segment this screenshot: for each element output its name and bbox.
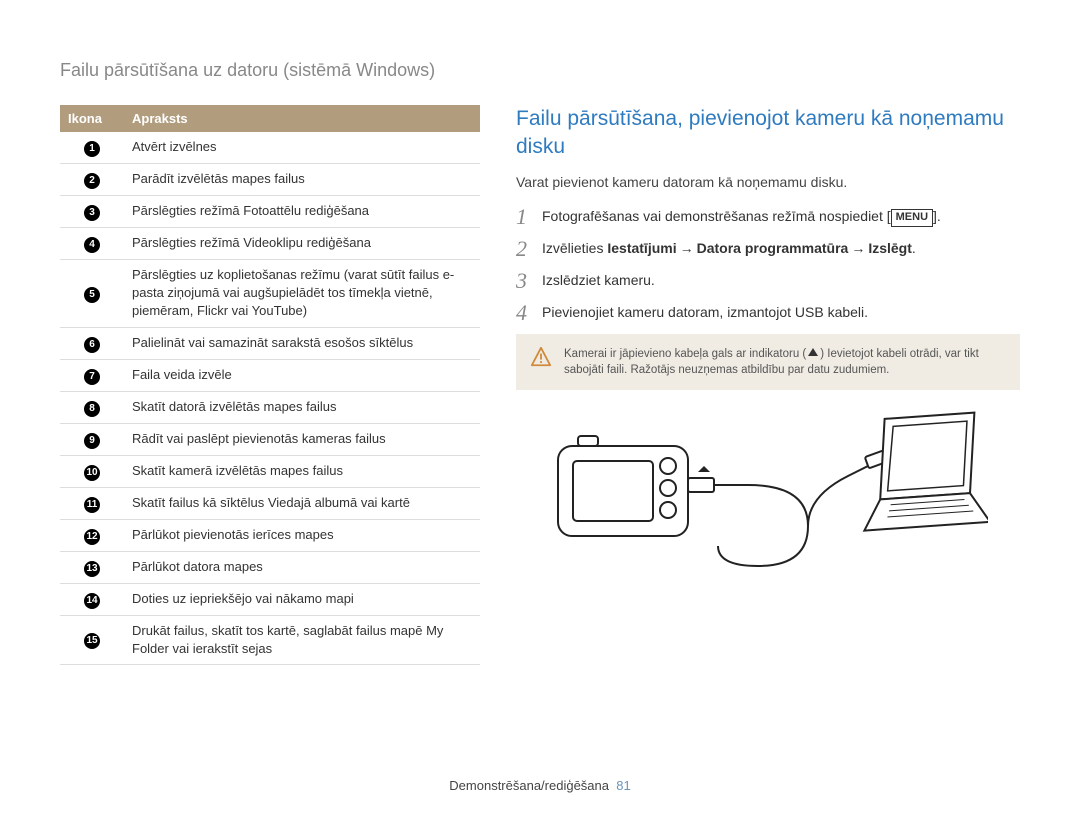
step-1: 1 Fotografēšanas vai demonstrēšanas režī… bbox=[516, 206, 1020, 228]
row-icon-cell: 3 bbox=[60, 196, 124, 228]
circled-number-icon: 4 bbox=[84, 237, 100, 253]
step1-pre: Fotografēšanas vai demonstrēšanas režīmā… bbox=[542, 208, 887, 224]
table-row: 10 Skatīt kamerā izvēlētās mapes failus bbox=[60, 455, 480, 487]
table-row: 8 Skatīt datorā izvēlētās mapes failus bbox=[60, 391, 480, 423]
circled-number-icon: 9 bbox=[84, 433, 100, 449]
circled-number-icon: 14 bbox=[84, 593, 100, 609]
step-number: 3 bbox=[516, 270, 532, 292]
table-row: 6 Palielināt vai samazināt sarakstā esošo… bbox=[60, 327, 480, 359]
triangle-up-icon bbox=[808, 348, 818, 356]
row-icon-cell: 6 bbox=[60, 327, 124, 359]
step-3: 3 Izslēdziet kameru. bbox=[516, 270, 1020, 292]
table-row: 14 Doties uz iepriekšējo vai nākamo mapi bbox=[60, 583, 480, 615]
menu-button-icon: MENU bbox=[891, 209, 933, 227]
page-footer: Demonstrēšana/rediģēšana 81 bbox=[0, 778, 1080, 793]
row-icon-cell: 7 bbox=[60, 359, 124, 391]
row-desc-cell: Skatīt kamerā izvēlētās mapes failus bbox=[124, 455, 480, 487]
circled-number-icon: 7 bbox=[84, 369, 100, 385]
row-desc-cell: Parādīt izvēlētās mapes failus bbox=[124, 164, 480, 196]
row-icon-cell: 13 bbox=[60, 551, 124, 583]
section-heading: Failu pārsūtīšana, pievienojot kameru kā… bbox=[516, 105, 1020, 162]
step-number: 2 bbox=[516, 238, 532, 260]
step2-b2: Datora programmatūra bbox=[697, 240, 849, 256]
row-desc-cell: Pārslēgties režīmā Fotoattēlu rediģēšana bbox=[124, 196, 480, 228]
row-desc-cell: Skatīt datorā izvēlētās mapes failus bbox=[124, 391, 480, 423]
camera-laptop-illustration bbox=[516, 406, 1020, 591]
step-2: 2 Izvēlieties Iestatījumi→Datora program… bbox=[516, 238, 1020, 260]
row-icon-cell: 11 bbox=[60, 487, 124, 519]
row-desc-cell: Pārslēgties režīmā Videoklipu rediģēšana bbox=[124, 228, 480, 260]
table-row: 4 Pārslēgties režīmā Videoklipu rediģēšan… bbox=[60, 228, 480, 260]
row-desc-cell: Pārslēgties uz koplietošanas režīmu (var… bbox=[124, 260, 480, 328]
row-desc-cell: Atvērt izvēlnes bbox=[124, 132, 480, 164]
footer-label: Demonstrēšana/rediģēšana bbox=[449, 778, 609, 793]
step-number: 4 bbox=[516, 302, 532, 324]
row-desc-cell: Drukāt failus, skatīt tos kartē, saglabā… bbox=[124, 615, 480, 664]
row-desc-cell: Doties uz iepriekšējo vai nākamo mapi bbox=[124, 583, 480, 615]
row-desc-cell: Rādīt vai paslēpt pievienotās kameras fa… bbox=[124, 423, 480, 455]
step2-post: . bbox=[912, 240, 916, 256]
step2-b1: Iestatījumi bbox=[607, 240, 676, 256]
table-row: 15 Drukāt failus, skatīt tos kartē, sagla… bbox=[60, 615, 480, 664]
table-row: 11 Skatīt failus kā sīktēlus Viedajā albu… bbox=[60, 487, 480, 519]
circled-number-icon: 15 bbox=[84, 633, 100, 649]
row-icon-cell: 12 bbox=[60, 519, 124, 551]
circled-number-icon: 1 bbox=[84, 141, 100, 157]
circled-number-icon: 5 bbox=[84, 287, 100, 303]
section-subtext: Varat pievienot kameru datoram kā noņema… bbox=[516, 174, 1020, 190]
row-desc-cell: Palielināt vai samazināt sarakstā esošos… bbox=[124, 327, 480, 359]
table-row: 12 Pārlūkot pievienotās ierīces mapes bbox=[60, 519, 480, 551]
arrow-icon: → bbox=[851, 240, 865, 256]
table-row: 13 Pārlūkot datora mapes bbox=[60, 551, 480, 583]
row-icon-cell: 4 bbox=[60, 228, 124, 260]
row-icon-cell: 5 bbox=[60, 260, 124, 328]
row-desc-cell: Skatīt failus kā sīktēlus Viedajā albumā… bbox=[124, 487, 480, 519]
circled-number-icon: 11 bbox=[84, 497, 100, 513]
table-row: 5 Pārslēgties uz koplietošanas režīmu (va… bbox=[60, 260, 480, 328]
th-icon: Ikona bbox=[60, 105, 124, 132]
table-row: 3 Pārslēgties režīmā Fotoattēlu rediģēšan… bbox=[60, 196, 480, 228]
step3-text: Izslēdziet kameru. bbox=[542, 270, 655, 292]
step2-b3: Izslēgt bbox=[868, 240, 912, 256]
warning-note: Kamerai ir jāpievieno kabeļa gals ar ind… bbox=[516, 334, 1020, 390]
warning-text: Kamerai ir jāpievieno kabeļa gals ar ind… bbox=[564, 346, 1006, 378]
page-number: 81 bbox=[616, 778, 630, 793]
circled-number-icon: 12 bbox=[84, 529, 100, 545]
table-row: 1 Atvērt izvēlnes bbox=[60, 132, 480, 164]
table-row: 7 Faila veida izvēle bbox=[60, 359, 480, 391]
circled-number-icon: 13 bbox=[84, 561, 100, 577]
table-row: 2 Parādīt izvēlētās mapes failus bbox=[60, 164, 480, 196]
row-icon-cell: 14 bbox=[60, 583, 124, 615]
circled-number-icon: 3 bbox=[84, 205, 100, 221]
warning-icon bbox=[530, 346, 552, 378]
step1-post: . bbox=[937, 208, 941, 224]
icon-description-table: Ikona Apraksts 1 Atvērt izvēlnes 2 Parādīt … bbox=[60, 105, 480, 665]
circled-number-icon: 6 bbox=[84, 337, 100, 353]
arrow-icon: → bbox=[680, 240, 694, 256]
step-number: 1 bbox=[516, 206, 532, 228]
row-icon-cell: 8 bbox=[60, 391, 124, 423]
circled-number-icon: 10 bbox=[84, 465, 100, 481]
step4-text: Pievienojiet kameru datoram, izmantojot … bbox=[542, 302, 868, 324]
row-icon-cell: 9 bbox=[60, 423, 124, 455]
row-icon-cell: 2 bbox=[60, 164, 124, 196]
step2-pre: Izvēlieties bbox=[542, 240, 607, 256]
step-4: 4 Pievienojiet kameru datoram, izmantojo… bbox=[516, 302, 1020, 324]
circled-number-icon: 8 bbox=[84, 401, 100, 417]
row-desc-cell: Pārlūkot datora mapes bbox=[124, 551, 480, 583]
row-icon-cell: 10 bbox=[60, 455, 124, 487]
row-icon-cell: 15 bbox=[60, 615, 124, 664]
row-desc-cell: Pārlūkot pievienotās ierīces mapes bbox=[124, 519, 480, 551]
steps-list: 1 Fotografēšanas vai demonstrēšanas režī… bbox=[516, 206, 1020, 324]
row-desc-cell: Faila veida izvēle bbox=[124, 359, 480, 391]
circled-number-icon: 2 bbox=[84, 173, 100, 189]
th-desc: Apraksts bbox=[124, 105, 480, 132]
row-icon-cell: 1 bbox=[60, 132, 124, 164]
table-row: 9 Rādīt vai paslēpt pievienotās kameras f… bbox=[60, 423, 480, 455]
page-header: Failu pārsūtīšana uz datoru (sistēmā Win… bbox=[60, 60, 1020, 81]
